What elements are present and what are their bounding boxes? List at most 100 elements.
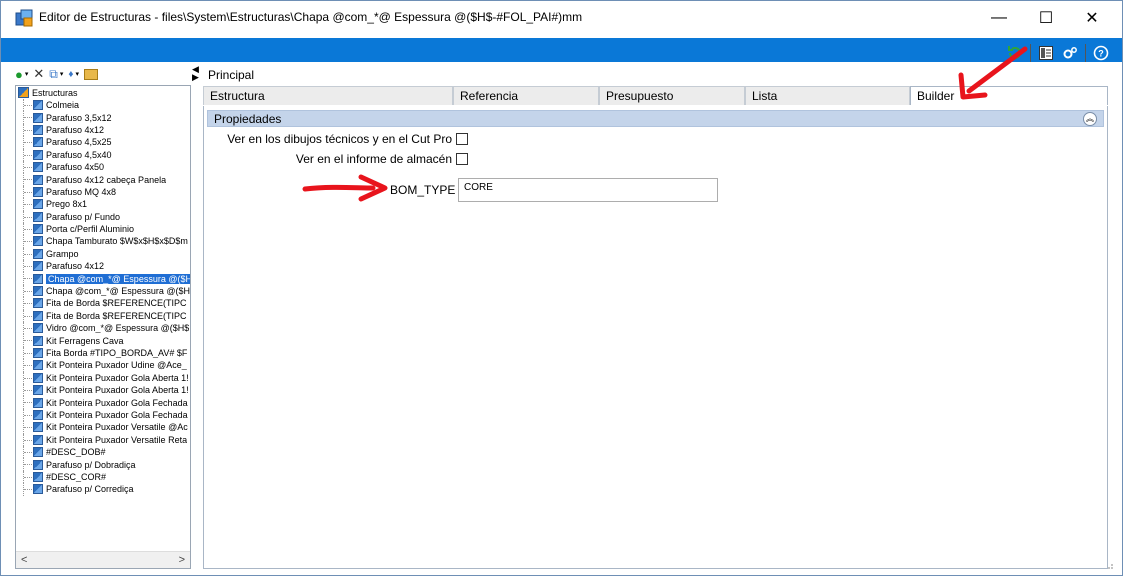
tree-item[interactable]: Parafuso 3,5x12 bbox=[16, 111, 190, 124]
tree-item[interactable]: Kit Ponteira Puxador Versatile @Ac bbox=[16, 421, 190, 434]
tree-item[interactable]: Chapa @com_*@ Espessura @($H bbox=[16, 284, 190, 298]
tree-item[interactable]: Parafuso 4x50 bbox=[16, 160, 190, 174]
annotation-arrow-icon bbox=[958, 46, 1028, 100]
bom-type-input[interactable]: CORE bbox=[458, 178, 718, 202]
almacen-checkbox[interactable] bbox=[456, 153, 468, 165]
resize-grip-icon[interactable] bbox=[1104, 560, 1114, 570]
tree-item[interactable]: Parafuso 4,5x25 bbox=[16, 136, 190, 149]
tree-item[interactable]: Parafuso 4x12 cabeça Panela bbox=[16, 173, 190, 186]
tree-item-label: Kit Ponteira Puxador Gola Aberta 1! bbox=[46, 385, 189, 396]
dropdown-arrow-icon[interactable]: ▾ bbox=[75, 70, 79, 78]
svg-text:?: ? bbox=[1098, 49, 1104, 59]
tree-item[interactable]: Parafuso p/ Corrediça bbox=[16, 483, 190, 496]
tree-connector bbox=[24, 439, 32, 441]
tree-item-label: Parafuso 4x12 bbox=[46, 261, 105, 272]
horizontal-scrollbar[interactable]: < > bbox=[16, 551, 190, 568]
structure-icon bbox=[33, 248, 43, 259]
maximize-button[interactable]: ☐ bbox=[1023, 1, 1069, 35]
dropdown-arrow-icon[interactable]: ▾ bbox=[60, 70, 64, 78]
tree-item[interactable]: Kit Ponteira Puxador Gola Fechada bbox=[16, 396, 190, 409]
help-icon[interactable]: ? bbox=[1092, 44, 1110, 62]
section-title: Propiedades bbox=[214, 111, 282, 126]
structure-icon bbox=[33, 335, 43, 346]
tree-item[interactable]: Kit Ferragens Cava bbox=[16, 334, 190, 347]
scroll-right-button[interactable]: > bbox=[179, 554, 190, 566]
tree-item-label: Chapa Tamburato $W$x$H$x$D$m bbox=[46, 236, 188, 247]
structure-icon bbox=[33, 459, 43, 470]
structure-icon bbox=[33, 211, 43, 222]
tree-connector bbox=[24, 290, 32, 292]
tree-item[interactable]: Kit Ponteira Puxador Udine @Ace_ bbox=[16, 359, 190, 372]
structure-icon bbox=[33, 372, 43, 383]
tree-item[interactable]: Kit Ponteira Puxador Gola Aberta 1! bbox=[16, 371, 190, 384]
tree-connector bbox=[24, 328, 32, 330]
tree-item[interactable]: Fita de Borda $REFERENCE(TIPC bbox=[16, 309, 190, 323]
almacen-label: Ver en el informe de almacén bbox=[295, 152, 452, 166]
cut-pro-checkbox[interactable] bbox=[456, 133, 468, 145]
tree-item-label: Parafuso MQ 4x8 bbox=[46, 186, 117, 197]
tree-item[interactable]: Fita Borda #TIPO_BORDA_AV# $F bbox=[16, 346, 190, 360]
tree-item[interactable]: Chapa Tamburato $W$x$H$x$D$m bbox=[16, 235, 190, 248]
tree-item-label: Kit Ponteira Puxador Versatile Reta bbox=[46, 434, 188, 445]
structure-icon bbox=[33, 261, 43, 272]
tab-presupuesto[interactable]: Presupuesto bbox=[599, 86, 745, 105]
properties-section-header[interactable]: Propiedades ︽ bbox=[207, 110, 1104, 127]
add-icon[interactable]: ● bbox=[15, 67, 23, 82]
tree-item-label: Fita Borda #TIPO_BORDA_AV# $F bbox=[46, 348, 188, 358]
tree-item[interactable]: Kit Ponteira Puxador Versatile Reta bbox=[16, 433, 190, 446]
tree-item[interactable]: Porta c/Perfil Aluminio bbox=[16, 222, 190, 236]
structure-icon bbox=[33, 149, 43, 160]
tree-item-label: Chapa @com_*@ Espessura @($H bbox=[46, 286, 190, 297]
tree-item[interactable]: Kit Ponteira Puxador Gola Fechada bbox=[16, 408, 190, 422]
structure-icon bbox=[33, 199, 43, 210]
tab-referencia[interactable]: Referencia bbox=[453, 86, 599, 105]
tree-item[interactable]: Vidro @com_*@ Espessura @($H$ bbox=[16, 322, 190, 335]
tree-connector bbox=[24, 142, 32, 144]
scroll-left-button[interactable]: < bbox=[16, 554, 27, 566]
tree-item[interactable]: #DESC_COR# bbox=[16, 470, 190, 484]
collapse-icon[interactable]: ︽ bbox=[1083, 111, 1097, 126]
minimize-button[interactable]: — bbox=[976, 1, 1022, 35]
tree-item-label: Prego 8x1 bbox=[46, 199, 88, 210]
structure-icon bbox=[33, 409, 43, 420]
tree-item[interactable]: Parafuso p/ Dobradiça bbox=[16, 458, 190, 471]
dropdown-arrow-icon[interactable]: ▾ bbox=[25, 70, 29, 78]
structure-tree[interactable]: Estructuras Colmeia Parafuso 3,5x12 Parafu… bbox=[15, 85, 191, 569]
editor-window: Editor de Estructuras - files\System\Est… bbox=[0, 0, 1123, 576]
tab-estructura[interactable]: Estructura bbox=[203, 86, 453, 105]
structure-icon bbox=[33, 348, 43, 358]
tree-item[interactable]: Parafuso 4x12 bbox=[16, 260, 190, 273]
structure-icon bbox=[33, 434, 43, 445]
structure-icon bbox=[33, 137, 43, 148]
tree-connector bbox=[24, 340, 32, 342]
copy-icon[interactable]: ⧉ bbox=[49, 67, 58, 82]
tree-item-label: Parafuso 4x12 bbox=[46, 124, 105, 135]
settings-icon[interactable] bbox=[1061, 44, 1079, 62]
tree-item[interactable]: Parafuso p/ Fundo bbox=[16, 210, 190, 223]
tree-connector bbox=[24, 228, 32, 230]
tree-item[interactable]: Kit Ponteira Puxador Gola Aberta 1! bbox=[16, 383, 190, 397]
move-icon[interactable]: ♦ bbox=[68, 69, 73, 80]
tree-item[interactable]: Parafuso MQ 4x8 bbox=[16, 185, 190, 199]
structure-icon bbox=[33, 174, 43, 185]
tree-item[interactable]: Chapa @com_*@ Espessura @($H bbox=[16, 272, 190, 285]
bom-type-row: BOM_TYPE bbox=[390, 183, 455, 197]
tab-lista[interactable]: Lista bbox=[745, 86, 910, 105]
tree-item[interactable]: Fita de Borda $REFERENCE(TIPC bbox=[16, 297, 190, 310]
close-button[interactable]: ✕ bbox=[1069, 1, 1115, 35]
delete-icon[interactable]: ✕ bbox=[33, 66, 44, 82]
tree-connector bbox=[24, 266, 32, 268]
layout-icon[interactable] bbox=[1037, 44, 1055, 62]
tree-item-label: Fita de Borda $REFERENCE(TIPC bbox=[46, 298, 187, 309]
tree-item[interactable]: Grampo bbox=[16, 247, 190, 261]
tree-connector bbox=[24, 179, 32, 181]
tree-item[interactable]: Parafuso 4x12 bbox=[16, 123, 190, 137]
tree-item[interactable]: Prego 8x1 bbox=[16, 198, 190, 211]
tree-root[interactable]: Estructuras bbox=[18, 87, 78, 98]
tree-item[interactable]: Parafuso 4,5x40 bbox=[16, 148, 190, 161]
tree-item[interactable]: #DESC_DOB# bbox=[16, 445, 190, 459]
tree-item-label: Colmeia bbox=[46, 100, 80, 111]
tree-item[interactable]: Colmeia bbox=[16, 99, 190, 112]
folder-icon[interactable] bbox=[84, 68, 98, 80]
splitter-arrow-icon[interactable]: ◀ ▶ bbox=[192, 65, 199, 82]
